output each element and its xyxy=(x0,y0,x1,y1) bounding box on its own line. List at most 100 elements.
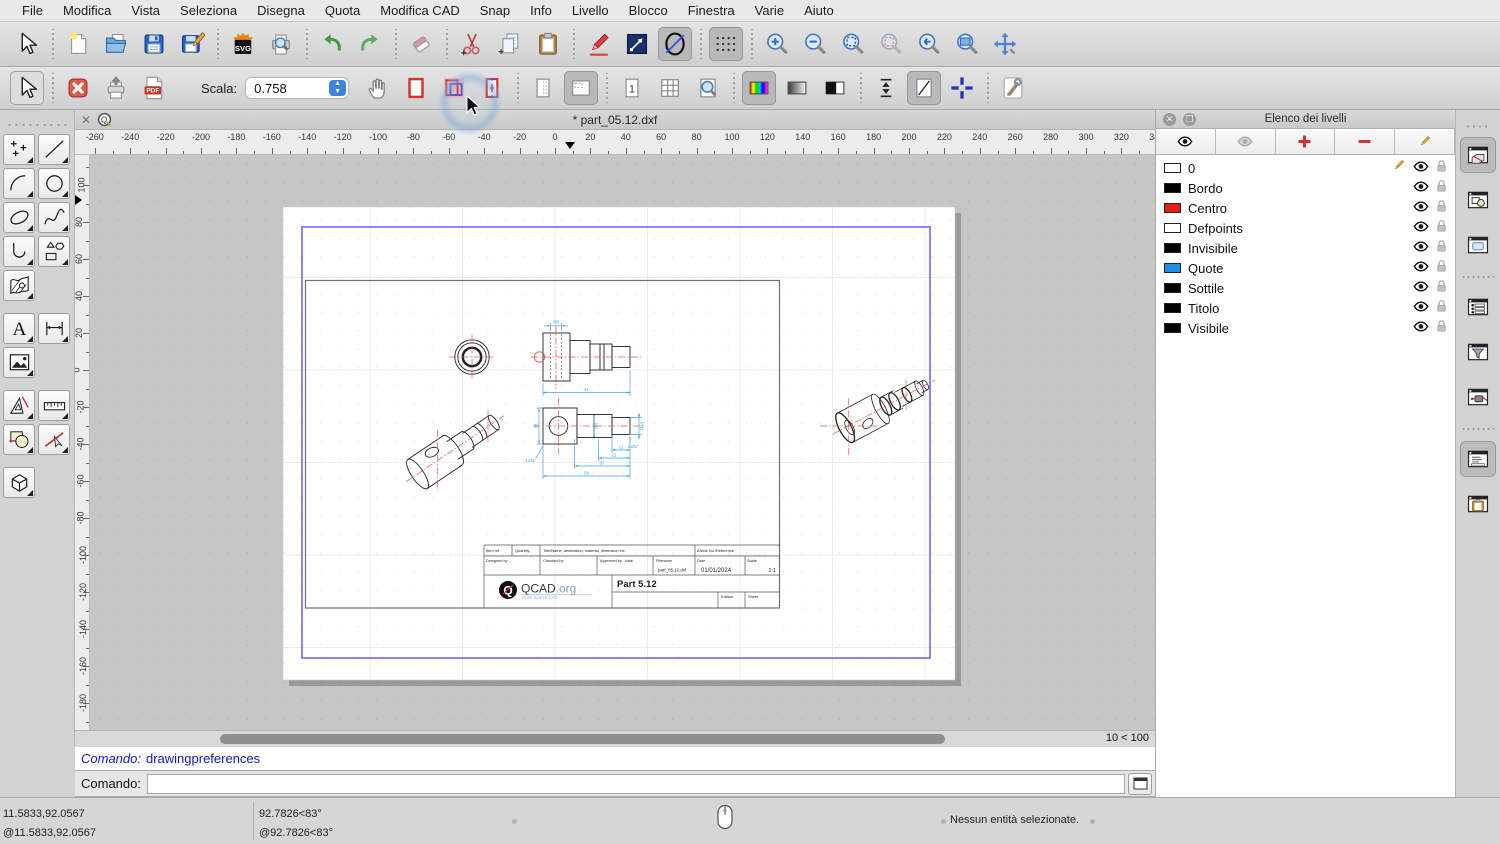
layer-row-centro[interactable]: Centro xyxy=(1156,198,1455,218)
grid-button[interactable] xyxy=(709,27,743,61)
layer-lock-icon[interactable] xyxy=(1436,299,1447,318)
edit-layer-button[interactable] xyxy=(1395,129,1455,154)
add-layer-button[interactable] xyxy=(1275,129,1336,154)
panel-filter-toggle-button[interactable] xyxy=(1460,334,1496,370)
layer-row-invisibile[interactable]: Invisibile xyxy=(1156,238,1455,258)
menu-livello[interactable]: Livello xyxy=(562,0,619,22)
menu-disegna[interactable]: Disegna xyxy=(247,0,315,22)
command-input[interactable] xyxy=(146,773,1125,794)
zoom-previous-button[interactable] xyxy=(912,27,946,61)
layer-visibility-eye-icon[interactable] xyxy=(1413,239,1429,257)
menu-varie[interactable]: Varie xyxy=(745,0,794,22)
page-single-button[interactable]: 1 xyxy=(615,71,649,105)
drafting-tool-button[interactable] xyxy=(3,390,35,421)
print-button[interactable] xyxy=(99,71,133,105)
layer-lock-icon[interactable] xyxy=(1436,279,1447,298)
menu-file[interactable]: File xyxy=(12,0,53,22)
layer-row-defpoints[interactable]: Defpoints xyxy=(1156,218,1455,238)
layer-visibility-eye-icon[interactable] xyxy=(1413,159,1429,177)
spline-tool-button[interactable] xyxy=(38,202,70,233)
layer-lock-icon[interactable] xyxy=(1436,179,1447,198)
layer-row-titolo[interactable]: Titolo xyxy=(1156,298,1455,318)
layer-row-quote[interactable]: Quote xyxy=(1156,258,1455,278)
menu-info[interactable]: Info xyxy=(520,0,562,22)
layer-lock-icon[interactable] xyxy=(1436,259,1447,278)
panel-command-toggle-button[interactable] xyxy=(1460,441,1496,477)
command-window-toggle-button[interactable] xyxy=(1128,772,1152,795)
draft-button[interactable] xyxy=(907,71,942,105)
panel-clipboard-toggle-button[interactable] xyxy=(1460,486,1496,522)
layer-row-visibile[interactable]: Visibile xyxy=(1156,318,1455,338)
strip-drag-handle[interactable] xyxy=(1465,124,1491,129)
settings-tools-button[interactable] xyxy=(996,71,1030,105)
menu-modifica-cad[interactable]: Modifica CAD xyxy=(370,0,469,22)
zoom-window-button[interactable] xyxy=(950,27,984,61)
layer-visibility-eye-icon[interactable] xyxy=(1413,319,1429,337)
measure-tool-button[interactable] xyxy=(38,390,70,421)
color-full-button[interactable] xyxy=(742,71,777,105)
panel-blocks-toggle-button[interactable] xyxy=(1460,182,1496,218)
horizontal-scrollbar[interactable]: 10 < 100 xyxy=(75,730,1155,747)
layer-row-0[interactable]: 0 xyxy=(1156,158,1455,178)
pointer-button[interactable] xyxy=(10,27,44,61)
layer-visibility-eye-icon[interactable] xyxy=(1413,279,1429,297)
palette-drag-handle[interactable] xyxy=(6,122,68,128)
crosshair-button[interactable] xyxy=(945,71,979,105)
layer-visibility-eye-icon[interactable] xyxy=(1413,219,1429,237)
polyline-tool-button[interactable] xyxy=(3,236,35,267)
stepper-icon[interactable]: ▲ ▼ xyxy=(329,80,347,96)
panel-layers-toggle-button[interactable] xyxy=(1460,137,1496,173)
hatch-tool-button[interactable] xyxy=(3,270,35,301)
line-tool-button[interactable] xyxy=(38,134,70,165)
page-portrait-button[interactable] xyxy=(526,71,560,105)
save-as-button[interactable] xyxy=(175,27,209,61)
layer-row-sottile[interactable]: Sottile xyxy=(1156,278,1455,298)
paste-button[interactable] xyxy=(531,27,565,61)
layer-lock-icon[interactable] xyxy=(1436,219,1447,238)
panel-properties-toggle-button[interactable] xyxy=(1460,289,1496,325)
dimension-tool-button[interactable] xyxy=(38,313,70,344)
shapes-tool-button[interactable] xyxy=(38,236,70,267)
panel-script-toggle-button[interactable] xyxy=(1460,379,1496,415)
menu-quota[interactable]: Quota xyxy=(315,0,370,22)
points-tool-button[interactable] xyxy=(3,134,35,165)
block-overlay-button[interactable] xyxy=(437,71,471,105)
pages-grid-button[interactable] xyxy=(653,71,687,105)
menu-modifica[interactable]: Modifica xyxy=(53,0,121,22)
circle-tool-button[interactable] xyxy=(38,168,70,199)
menu-aiuto[interactable]: Aiuto xyxy=(794,0,844,22)
scale-select[interactable]: 0.758 ▲ ▼ xyxy=(245,77,350,99)
page-preview-button[interactable] xyxy=(564,71,599,105)
image-tool-button[interactable] xyxy=(3,347,35,378)
layer-lock-icon[interactable] xyxy=(1436,199,1447,218)
menu-seleziona[interactable]: Seleziona xyxy=(170,0,247,22)
pan-button[interactable] xyxy=(988,27,1022,61)
show-all-layers-button[interactable] xyxy=(1156,129,1216,154)
drawing-canvas[interactable]: Item ref Quantity Title/Name, destinatio… xyxy=(90,155,1155,730)
pointer-button[interactable] xyxy=(10,71,44,105)
fit-frame-button[interactable] xyxy=(475,71,509,105)
modify-tool-button[interactable] xyxy=(3,424,35,455)
page-border-button[interactable] xyxy=(399,71,433,105)
arc-tool-button[interactable] xyxy=(3,168,35,199)
modify-ellipse-button[interactable] xyxy=(658,27,692,61)
svg-export-button[interactable]: SVG xyxy=(226,27,260,61)
zoom-in-button[interactable] xyxy=(760,27,794,61)
layer-lock-icon[interactable] xyxy=(1436,319,1447,338)
spacing-button[interactable] xyxy=(869,71,903,105)
eraser-button[interactable] xyxy=(404,27,438,61)
save-button[interactable] xyxy=(137,27,171,61)
copy-button[interactable] xyxy=(493,27,527,61)
remove-layer-button[interactable] xyxy=(1335,129,1396,154)
color-bw-button[interactable] xyxy=(818,71,852,105)
open-folder-button[interactable] xyxy=(99,27,133,61)
print-preview-button[interactable] xyxy=(264,27,298,61)
zoom-auto-button[interactable] xyxy=(836,27,870,61)
cut-button[interactable] xyxy=(455,27,489,61)
page-zoom-button[interactable] xyxy=(691,71,725,105)
undo-button[interactable] xyxy=(315,27,349,61)
menu-vista[interactable]: Vista xyxy=(121,0,170,22)
layer-visibility-eye-icon[interactable] xyxy=(1413,299,1429,317)
snap-tool-button[interactable] xyxy=(38,424,70,455)
box3d-tool-button[interactable] xyxy=(3,467,35,498)
